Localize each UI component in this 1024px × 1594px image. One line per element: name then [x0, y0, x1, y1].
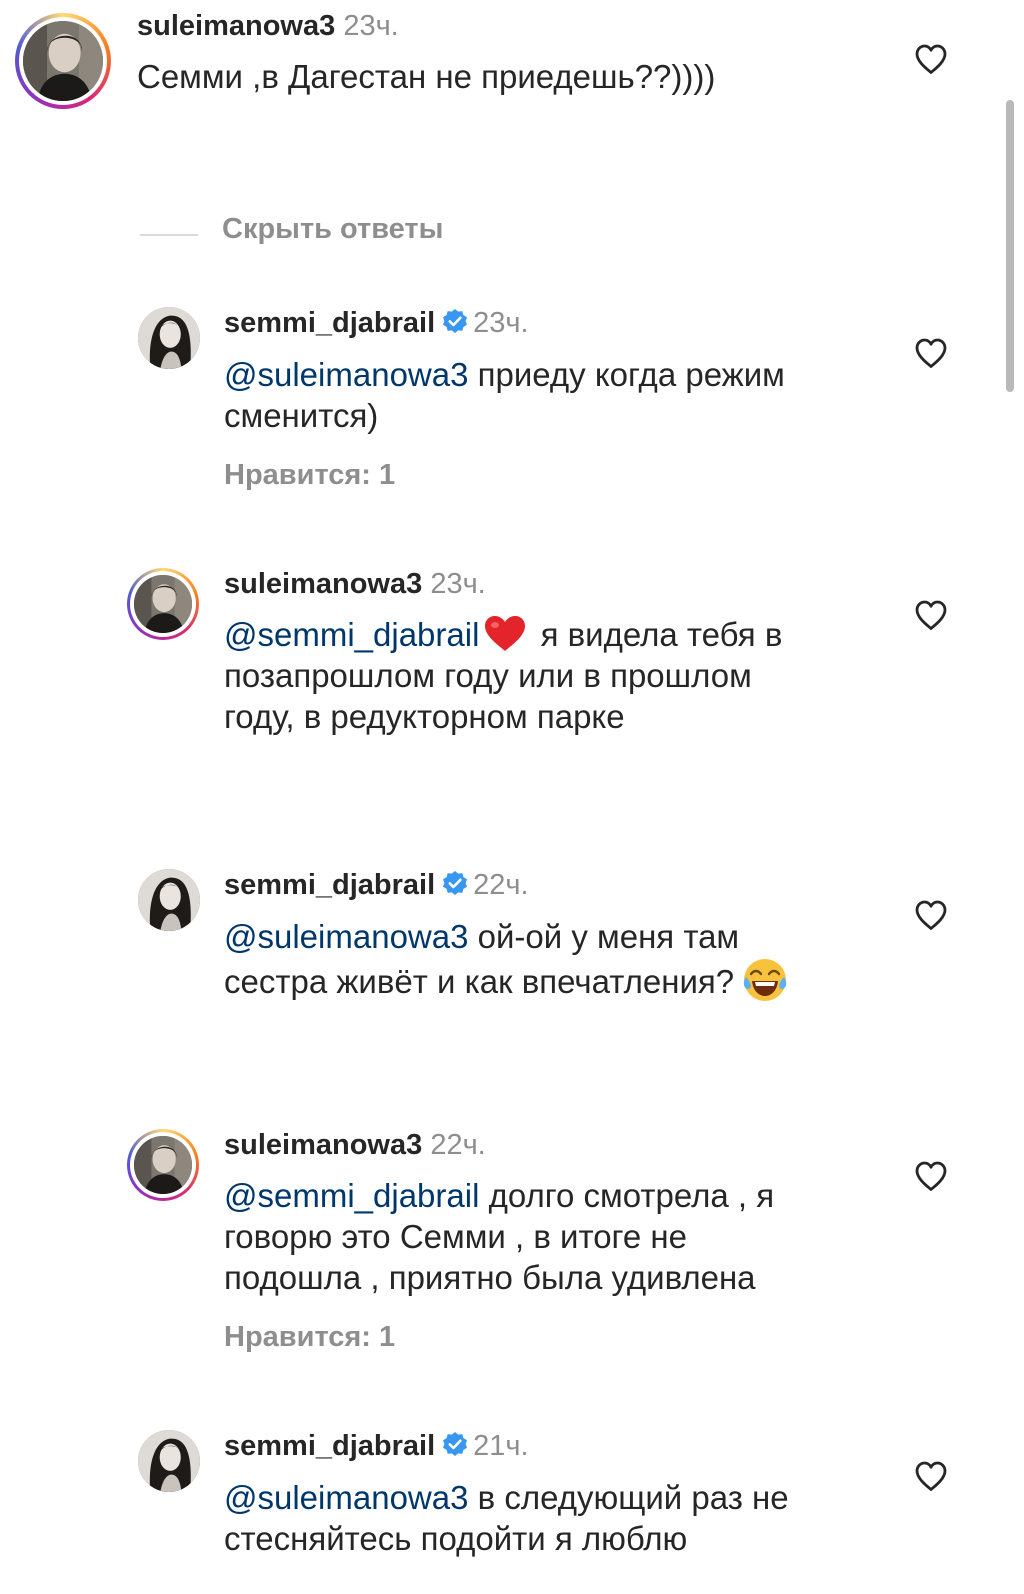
- likes-count[interactable]: Нравится: 1: [224, 459, 395, 492]
- username[interactable]: suleimanowa3: [137, 10, 335, 42]
- avatar-photo: [134, 575, 192, 633]
- comment-header: suleimanowa3 23ч.: [137, 10, 399, 43]
- like-heart-icon[interactable]: [914, 337, 948, 369]
- like-heart-icon[interactable]: [914, 899, 948, 931]
- like-heart-icon[interactable]: [914, 43, 948, 75]
- username[interactable]: semmi_djabrail: [224, 1430, 435, 1462]
- avatar[interactable]: [127, 568, 199, 640]
- comment-header: semmi_djabrail 22ч.: [224, 869, 529, 902]
- username[interactable]: semmi_djabrail: [224, 869, 435, 901]
- timestamp: 22ч.: [473, 869, 529, 901]
- comment-header: suleimanowa3 22ч.: [224, 1129, 486, 1162]
- mention-link[interactable]: @semmi_djabrail: [224, 1177, 479, 1214]
- likes-count[interactable]: Нравится: 1: [224, 1321, 395, 1354]
- comment-text: @suleimanowa3 приеду когда режим сменитс…: [224, 356, 785, 434]
- avatar[interactable]: [15, 13, 111, 109]
- mention-link[interactable]: @suleimanowa3: [224, 1479, 468, 1516]
- scrollbar[interactable]: [1006, 100, 1014, 392]
- like-heart-icon[interactable]: [914, 1160, 948, 1192]
- timestamp: 23ч.: [343, 10, 399, 42]
- laughing-tears-emoji-icon: [742, 957, 788, 1003]
- comment-header: semmi_djabrail 21ч.: [224, 1430, 529, 1463]
- avatar-photo: [134, 1136, 192, 1194]
- timestamp: 22ч.: [430, 1129, 486, 1161]
- timestamp: 23ч.: [430, 568, 486, 600]
- username[interactable]: suleimanowa3: [224, 1129, 422, 1161]
- avatar[interactable]: [138, 1430, 200, 1492]
- like-heart-icon[interactable]: [914, 1460, 948, 1492]
- comment-text: @semmi_djabrail я видела тебя в позапрош…: [224, 614, 783, 735]
- comment-text: @semmi_djabrail долго смотрела , я говор…: [224, 1177, 775, 1296]
- avatar[interactable]: [138, 307, 200, 369]
- avatar-photo: [23, 21, 103, 101]
- comments-screen: suleimanowa3 23ч. Семми ,в Дагестан не п…: [0, 0, 1024, 1594]
- like-heart-icon[interactable]: [914, 599, 948, 631]
- avatar-photo: [138, 307, 200, 369]
- avatar-photo: [138, 1430, 200, 1492]
- username[interactable]: suleimanowa3: [224, 568, 422, 600]
- username[interactable]: semmi_djabrail: [224, 307, 435, 339]
- comment-header: semmi_djabrail 23ч.: [224, 307, 529, 340]
- mention-link[interactable]: @suleimanowa3: [224, 356, 468, 393]
- divider-line: [140, 234, 198, 236]
- verified-badge-icon: [441, 308, 469, 336]
- comment-header: suleimanowa3 23ч.: [224, 568, 486, 601]
- red-heart-emoji-icon: [483, 614, 527, 654]
- comment-text: Семми ,в Дагестан не приедешь??)))): [137, 58, 716, 95]
- verified-badge-icon: [441, 870, 469, 898]
- avatar-photo: [138, 869, 200, 931]
- avatar[interactable]: [127, 1129, 199, 1201]
- hide-replies-label[interactable]: Скрыть ответы: [222, 213, 443, 246]
- mention-link[interactable]: @suleimanowa3: [224, 918, 468, 955]
- avatar[interactable]: [138, 869, 200, 931]
- timestamp: 23ч.: [473, 307, 529, 339]
- mention-link[interactable]: @semmi_djabrail: [224, 616, 479, 653]
- timestamp: 21ч.: [473, 1430, 529, 1462]
- verified-badge-icon: [441, 1431, 469, 1459]
- comment-text: @suleimanowa3 ой-ой у меня там сестра жи…: [224, 916, 788, 1003]
- comment-text: @suleimanowa3 в следующий раз не стесняй…: [224, 1479, 789, 1557]
